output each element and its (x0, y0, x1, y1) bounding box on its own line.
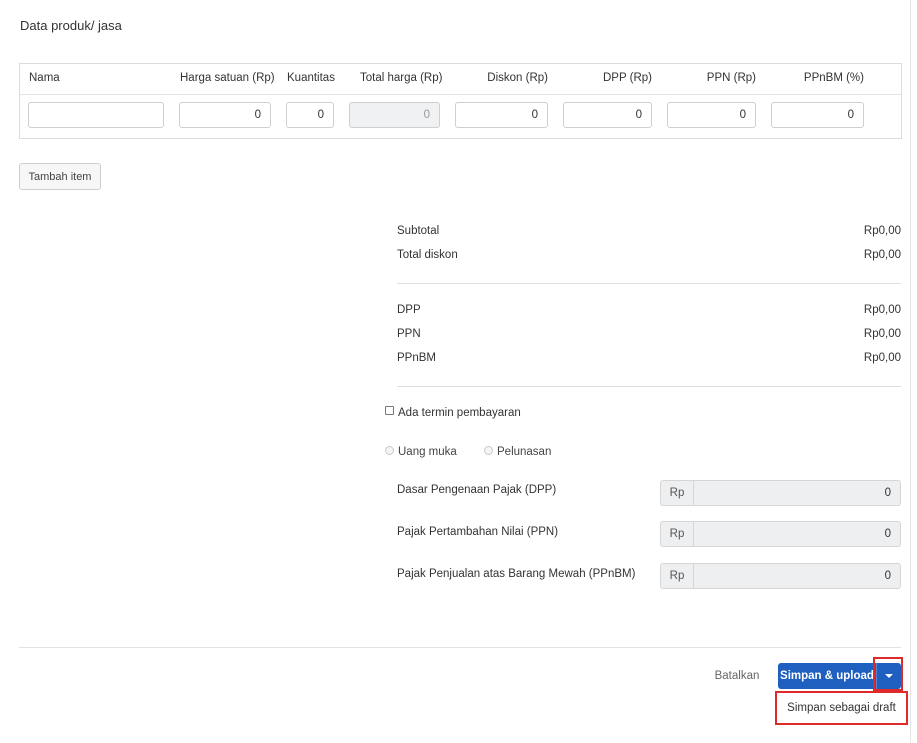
column-header-kuantitas: Kuantitas (287, 72, 335, 84)
ppnbm-input[interactable] (771, 102, 864, 128)
uang-muka-radio[interactable] (385, 446, 394, 455)
save-upload-button[interactable]: Simpan & upload (778, 663, 876, 689)
dpp-field-label: Dasar Pengenaan Pajak (DPP) (397, 484, 557, 496)
ppnbm-label: PPnBM (397, 352, 436, 364)
diskon-input[interactable] (455, 102, 548, 128)
items-table: Nama Harga satuan (Rp) Kuantitas Total h… (19, 63, 902, 139)
ppnbm-field-prefix: Rp (661, 564, 694, 588)
column-header-total-harga: Total harga (Rp) (360, 72, 443, 84)
pelunasan-label[interactable]: Pelunasan (497, 446, 551, 458)
dpp-field-prefix: Rp (661, 481, 694, 505)
ppn-field-label: Pajak Pertambahan Nilai (PPN) (397, 526, 559, 538)
ppn-input[interactable] (667, 102, 756, 128)
column-header-dpp: DPP (Rp) (603, 72, 652, 84)
table-header-divider (20, 94, 901, 95)
column-header-diskon: Diskon (Rp) (487, 72, 548, 84)
nama-input[interactable] (28, 102, 164, 128)
subtotal-label: Subtotal (397, 225, 440, 237)
cancel-button[interactable]: Batalkan (707, 664, 767, 688)
save-options-menu: Simpan sebagai draft (775, 691, 908, 725)
ppn-field-input: 0 (884, 528, 891, 540)
tax-divider (397, 386, 901, 387)
ppnbm-field-input: 0 (884, 570, 891, 582)
uang-muka-label[interactable]: Uang muka (398, 446, 457, 458)
ppnbm-field-label: Pajak Penjualan atas Barang Mewah (PPnBM… (397, 568, 636, 580)
dropdown-button-highlight (873, 657, 903, 691)
dpp-label: DPP (397, 304, 421, 316)
dpp-value: Rp0,00 (863, 304, 901, 316)
section-title: Data produk/ jasa (20, 18, 122, 33)
dpp-input[interactable] (563, 102, 652, 128)
termin-checkbox[interactable] (385, 406, 394, 415)
footer-divider (19, 647, 901, 648)
column-header-ppnbm: PPnBM (%) (803, 72, 864, 84)
save-as-draft-menu-item[interactable]: Simpan sebagai draft (787, 702, 896, 714)
add-item-button[interactable]: Tambah item (19, 163, 101, 190)
summary-divider (397, 283, 901, 284)
column-header-nama: Nama (29, 72, 60, 84)
dpp-field: Rp 0 (660, 480, 901, 506)
total-diskon-value: Rp0,00 (863, 249, 901, 261)
ppn-field: Rp 0 (660, 521, 901, 547)
ppnbm-value: Rp0,00 (863, 352, 901, 364)
ppn-value: Rp0,00 (863, 328, 901, 340)
subtotal-value: Rp0,00 (863, 225, 901, 237)
ppn-field-prefix: Rp (661, 522, 694, 546)
ppn-label: PPN (397, 328, 421, 340)
column-header-harga-satuan: Harga satuan (Rp) (180, 72, 275, 84)
column-header-ppn: PPN (Rp) (706, 72, 756, 84)
dpp-field-input: 0 (884, 487, 891, 499)
pelunasan-radio[interactable] (484, 446, 493, 455)
total-diskon-label: Total diskon (397, 249, 458, 261)
harga-satuan-input[interactable] (179, 102, 271, 128)
ppnbm-field: Rp 0 (660, 563, 901, 589)
termin-checkbox-label[interactable]: Ada termin pembayaran (398, 407, 521, 419)
page-right-border (910, 0, 911, 743)
total-harga-input (349, 102, 440, 128)
kuantitas-input[interactable] (286, 102, 334, 128)
